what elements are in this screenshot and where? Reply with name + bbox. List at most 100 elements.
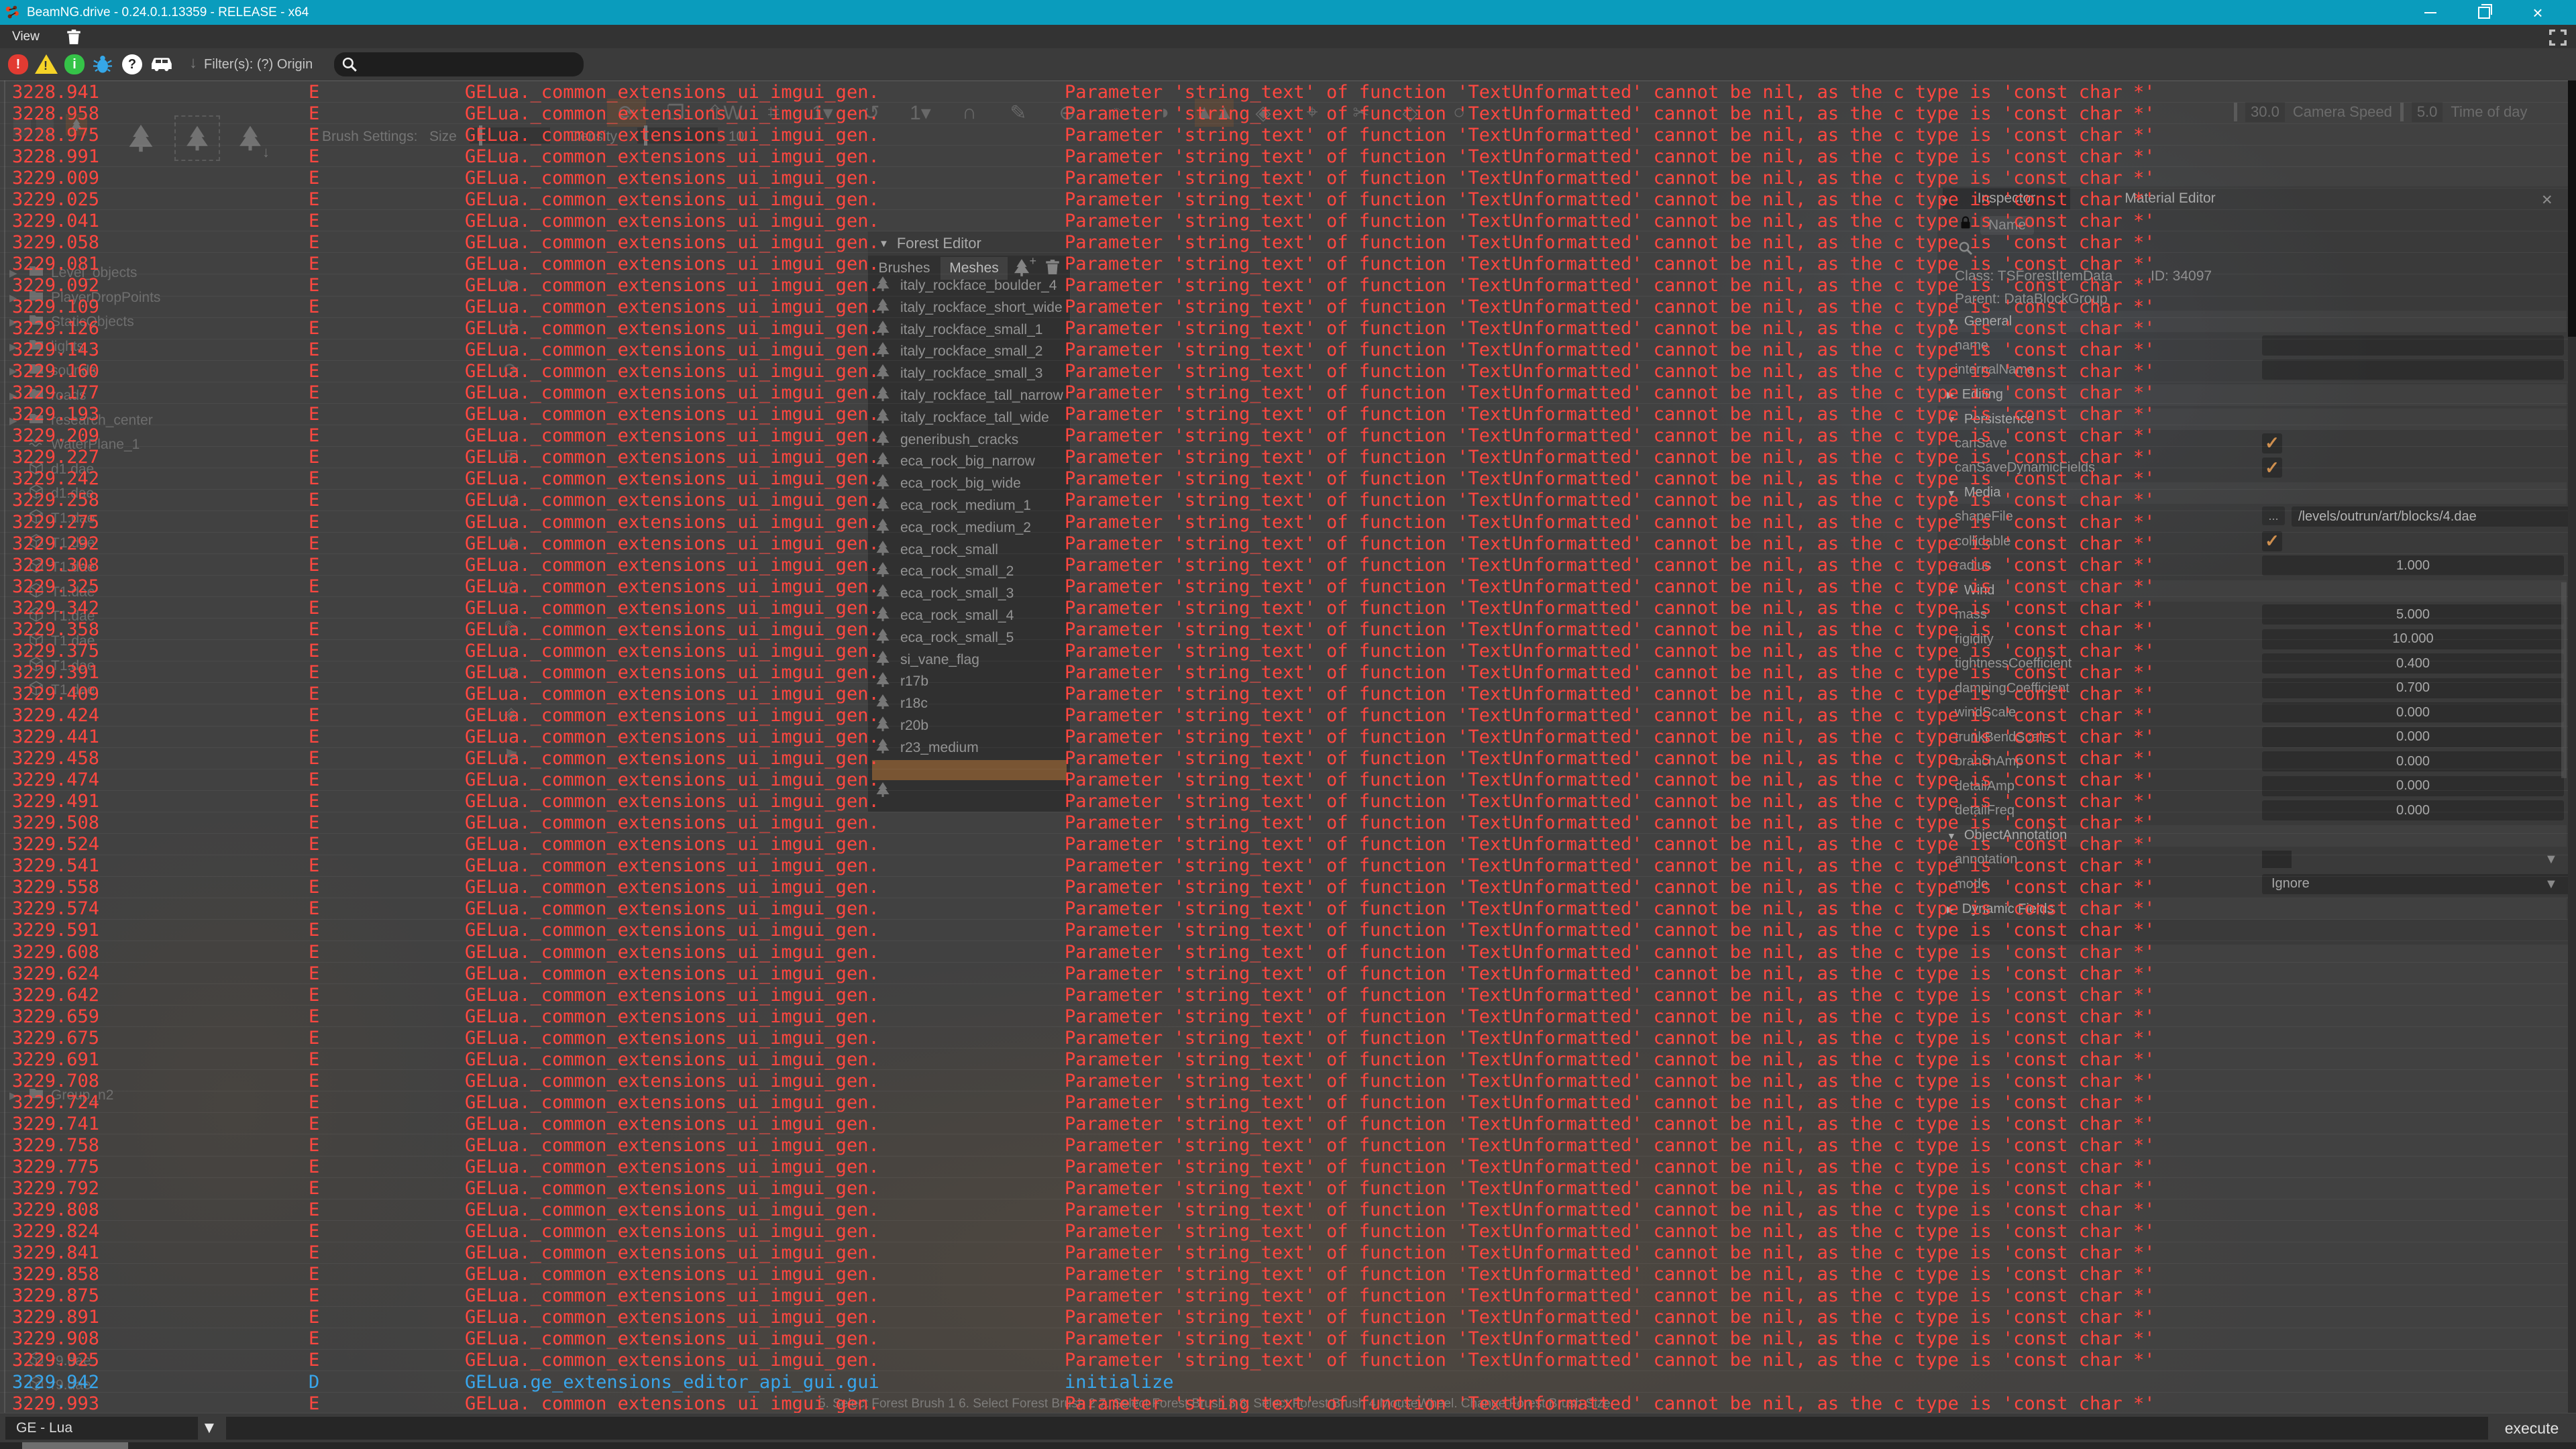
log-origin: GELua._common_extensions_ui_imgui_gen. <box>465 297 879 317</box>
command-input[interactable] <box>226 1417 2488 1440</box>
maximize-button[interactable] <box>2461 0 2508 25</box>
log-timestamp: 3229.109 <box>12 297 99 317</box>
console-log-row: 3229.143EGELua._common_extensions_ui_img… <box>0 339 2576 361</box>
view-menu[interactable]: View <box>12 30 40 44</box>
console-log-row: 3229.041EGELua._common_extensions_ui_img… <box>0 209 2576 231</box>
close-button[interactable]: × <box>2514 0 2561 25</box>
filter-label: Filter(s): (?) Origin <box>204 57 313 72</box>
log-timestamp: 3229.342 <box>12 598 99 619</box>
vehicle-filter-icon[interactable] <box>150 56 173 73</box>
log-message: Parameter 'string_text' of function 'Tex… <box>1065 404 2155 425</box>
log-level: E <box>309 339 319 360</box>
log-message: Parameter 'string_text' of function 'Tex… <box>1065 382 2155 403</box>
help-filter-icon[interactable]: ? <box>122 54 142 74</box>
minimize-button[interactable] <box>2407 0 2454 25</box>
log-origin: GELua._common_extensions_ui_imgui_gen. <box>465 920 879 941</box>
log-timestamp: 3229.058 <box>12 232 99 253</box>
log-origin: GELua._common_extensions_ui_imgui_gen. <box>465 318 879 339</box>
log-timestamp: 3229.126 <box>12 318 99 339</box>
console-log-row: 3229.824EGELua._common_extensions_ui_img… <box>0 1220 2576 1242</box>
log-timestamp: 3229.908 <box>12 1328 99 1349</box>
horizontal-scrollbar-handle[interactable] <box>22 1442 128 1449</box>
log-level: E <box>309 834 319 855</box>
clear-log-trash-icon[interactable] <box>65 28 83 46</box>
log-timestamp: 3229.775 <box>12 1157 99 1177</box>
log-level: E <box>309 1178 319 1199</box>
log-message: Parameter 'string_text' of function 'Tex… <box>1065 339 2155 360</box>
log-message: Parameter 'string_text' of function 'Tex… <box>1065 1114 2155 1134</box>
log-timestamp: 3229.081 <box>12 254 99 274</box>
app-window: BeamNG.drive - 0.24.0.1.13359 - RELEASE … <box>0 0 2576 1449</box>
log-origin: GELua._common_extensions_ui_imgui_gen. <box>465 1285 879 1306</box>
console-log-row: 3228.975EGELua._common_extensions_ui_img… <box>0 123 2576 146</box>
console-log-row: 3229.092EGELua._common_extensions_ui_img… <box>0 274 2576 296</box>
log-origin: GELua._common_extensions_ui_imgui_gen. <box>465 662 879 683</box>
scroll-down-icon[interactable]: ↓ <box>189 54 197 72</box>
execute-button[interactable]: execute <box>2493 1416 2571 1440</box>
horizontal-scrollbar[interactable] <box>0 1442 2576 1449</box>
log-origin: GELua._common_extensions_ui_imgui_gen. <box>465 1328 879 1349</box>
log-message: Parameter 'string_text' of function 'Tex… <box>1065 641 2155 661</box>
log-message: Parameter 'string_text' of function 'Tex… <box>1065 1393 2155 1413</box>
log-origin: GELua._common_extensions_ui_imgui_gen. <box>465 791 879 812</box>
console-log-row: 3229.724EGELua._common_extensions_ui_img… <box>0 1091 2576 1113</box>
info-filter-icon[interactable]: i <box>64 54 85 74</box>
log-level: D <box>309 1372 319 1393</box>
console-log-row: 3229.058EGELua._common_extensions_ui_img… <box>0 231 2576 253</box>
log-message: Parameter 'string_text' of function 'Tex… <box>1065 598 2155 619</box>
log-message: Parameter 'string_text' of function 'Tex… <box>1065 877 2155 898</box>
log-level: E <box>309 1285 319 1306</box>
log-level: E <box>309 425 319 446</box>
log-origin: GELua._common_extensions_ui_imgui_gen. <box>465 1242 879 1263</box>
log-timestamp: 3229.325 <box>12 576 99 597</box>
console-log-row: 3229.993EGELua._common_extensions_ui_img… <box>0 1392 2576 1413</box>
log-timestamp: 3229.177 <box>12 382 99 403</box>
log-level: E <box>309 1242 319 1263</box>
log-message: Parameter 'string_text' of function 'Tex… <box>1065 490 2155 511</box>
log-level: E <box>309 769 319 790</box>
log-origin: GELua._common_extensions_ui_imgui_gen. <box>465 404 879 425</box>
log-timestamp: 3229.642 <box>12 985 99 1006</box>
console-log-row: 3229.675EGELua._common_extensions_ui_img… <box>0 1026 2576 1049</box>
log-origin: GELua._common_extensions_ui_imgui_gen. <box>465 82 879 103</box>
log-origin: GELua._common_extensions_ui_imgui_gen. <box>465 211 879 231</box>
fullscreen-corners-icon[interactable] <box>2549 30 2567 46</box>
console-log-row: 3229.275EGELua._common_extensions_ui_img… <box>0 511 2576 533</box>
log-level: E <box>309 1264 319 1285</box>
error-filter-icon[interactable]: ! <box>8 54 28 74</box>
log-message: Parameter 'string_text' of function 'Tex… <box>1065 211 2155 231</box>
log-origin: GELua._common_extensions_ui_imgui_gen. <box>465 555 879 576</box>
log-level: E <box>309 275 319 296</box>
console-log-row: 3229.424EGELua._common_extensions_ui_img… <box>0 704 2576 726</box>
log-origin: GELua.ge_extensions_editor_api_gui.gui <box>465 1372 879 1393</box>
inspector-scrollbar-handle[interactable] <box>2561 582 2567 778</box>
console-log-row: 3229.227EGELua._common_extensions_ui_img… <box>0 446 2576 468</box>
vm-selector-caret-icon[interactable]: ▼ <box>201 1419 217 1438</box>
log-message: initialize <box>1065 1372 1174 1393</box>
log-message: Parameter 'string_text' of function 'Tex… <box>1065 447 2155 468</box>
log-message: Parameter 'string_text' of function 'Tex… <box>1065 619 2155 640</box>
log-timestamp: 3228.958 <box>12 103 99 124</box>
log-message: Parameter 'string_text' of function 'Tex… <box>1065 1049 2155 1070</box>
log-level: E <box>309 898 319 919</box>
console-scrollbar-handle[interactable] <box>2568 80 2576 337</box>
log-timestamp: 3229.993 <box>12 1393 99 1413</box>
log-level: E <box>309 318 319 339</box>
log-message: Parameter 'string_text' of function 'Tex… <box>1065 812 2155 833</box>
log-message: Parameter 'string_text' of function 'Tex… <box>1065 942 2155 963</box>
log-level: E <box>309 1114 319 1134</box>
console-log-row: 3229.524EGELua._common_extensions_ui_img… <box>0 833 2576 855</box>
search-input[interactable] <box>366 54 580 75</box>
vm-selector-dropdown[interactable]: GE - Lua <box>5 1417 198 1440</box>
log-timestamp: 3229.792 <box>12 1178 99 1199</box>
debug-filter-icon[interactable] <box>93 54 113 74</box>
log-message: Parameter 'string_text' of function 'Tex… <box>1065 576 2155 597</box>
log-origin: GELua._common_extensions_ui_imgui_gen. <box>465 684 879 704</box>
console-log-row: 3228.991EGELua._common_extensions_ui_img… <box>0 145 2576 167</box>
log-level: E <box>309 254 319 274</box>
log-origin: GELua._common_extensions_ui_imgui_gen. <box>465 339 879 360</box>
log-message: Parameter 'string_text' of function 'Tex… <box>1065 1071 2155 1091</box>
console-scrollbar[interactable] <box>2568 80 2576 1413</box>
warning-filter-icon[interactable]: ! <box>35 54 58 74</box>
log-origin: GELua._common_extensions_ui_imgui_gen. <box>465 1350 879 1371</box>
